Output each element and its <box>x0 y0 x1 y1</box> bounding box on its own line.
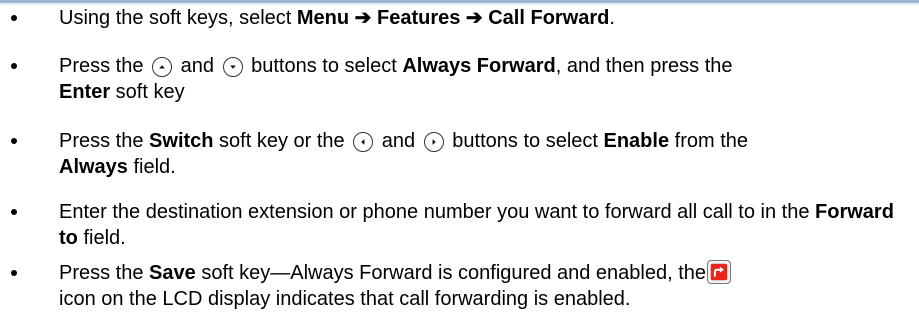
bullet <box>11 63 17 69</box>
up-button-icon <box>152 57 173 77</box>
text-run: . <box>609 7 615 29</box>
step-text: Enter the destination extension or phone… <box>59 199 909 251</box>
text-run: buttons to select <box>452 130 604 152</box>
always-label: Always <box>59 156 128 178</box>
text-run: and <box>381 130 416 152</box>
save-label: Save <box>149 262 196 284</box>
bullet <box>11 209 17 215</box>
text-run: , and then press the <box>555 55 733 77</box>
text-run: Press the <box>59 262 150 284</box>
text-run: soft key <box>110 81 185 103</box>
step-text: Press the Switch soft key or the and but… <box>59 128 909 180</box>
text-run: soft key—Always Forward is configured an… <box>195 262 707 284</box>
arrow-separator: ➔ <box>349 7 377 29</box>
bullet <box>11 15 17 21</box>
right-button-icon <box>423 132 444 152</box>
step-text: Press the Save soft key—Always Forward i… <box>59 260 909 312</box>
text-run: soft key or the <box>213 130 345 152</box>
left-button-icon <box>353 132 374 152</box>
switch-label: Switch <box>149 130 214 152</box>
menu-label: Menu <box>296 7 350 29</box>
text-run: Enter the destination extension or phone… <box>59 201 816 223</box>
arrow-separator: ➔ <box>460 7 489 29</box>
text-run: Press the <box>59 55 144 77</box>
features-label: Features <box>376 7 461 29</box>
bullet <box>11 270 17 276</box>
enable-label: Enable <box>603 130 670 152</box>
call-forward-icon <box>707 260 732 284</box>
always-forward-label: Always Forward <box>402 55 556 77</box>
text-run: field. <box>77 227 126 249</box>
step-text: Using the soft keys, select Menu ➔ Featu… <box>59 5 909 31</box>
text-run: Press the <box>59 130 150 152</box>
enter-label: Enter <box>59 81 111 103</box>
text-run: field. <box>127 156 176 178</box>
call-forward-label: Call Forward <box>488 7 610 29</box>
bullet <box>11 138 17 144</box>
step-text: Press the and buttons to select Always F… <box>59 53 909 105</box>
text-run: Using the soft keys, select <box>59 7 297 29</box>
text-run: icon on the LCD display indicates that c… <box>59 288 631 310</box>
text-run: from the <box>669 130 748 152</box>
down-button-icon <box>222 57 243 77</box>
text-run: buttons to select <box>251 55 403 77</box>
text-run: and <box>180 55 214 77</box>
